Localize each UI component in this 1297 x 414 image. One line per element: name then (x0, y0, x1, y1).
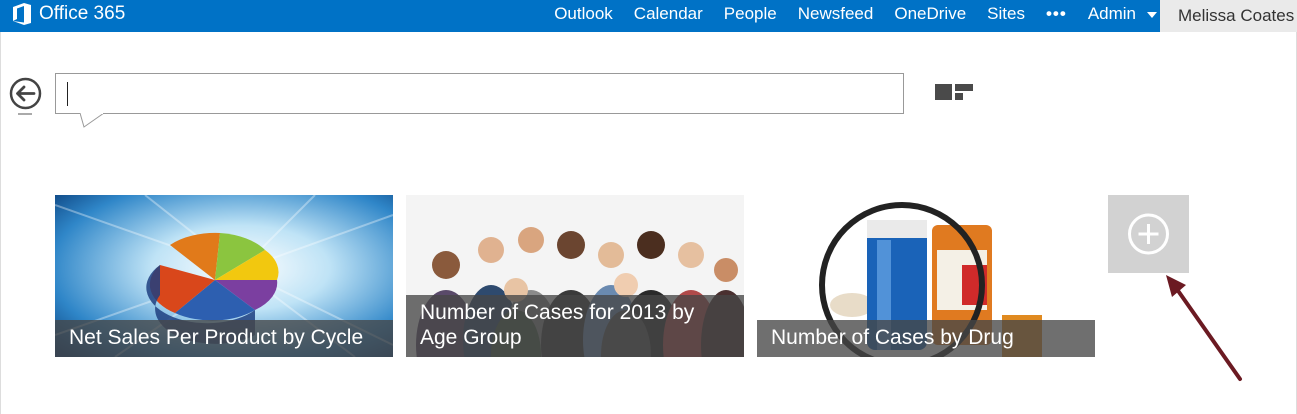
back-underline (18, 113, 32, 115)
admin-label: Admin (1087, 4, 1136, 23)
nav-outlook[interactable]: Outlook (554, 4, 613, 24)
text-cursor (67, 82, 68, 106)
question-input[interactable] (66, 80, 890, 109)
tile-caption: Net Sales Per Product by Cycle (55, 320, 393, 357)
nav-onedrive[interactable]: OneDrive (894, 4, 966, 24)
chevron-down-icon (1147, 11, 1157, 18)
app-nav: Outlook Calendar People Newsfeed OneDriv… (533, 0, 1157, 28)
add-tile-button[interactable] (1108, 195, 1189, 273)
brand[interactable]: Office 365 (12, 0, 125, 28)
report-tile[interactable]: Number of Cases for 2013 by Age Group (406, 195, 744, 357)
user-name[interactable]: Melissa Coates (1160, 0, 1297, 32)
brand-label: Office 365 (39, 3, 126, 24)
tile-caption: Number of Cases by Drug (757, 320, 1095, 357)
arrow-annotation (1166, 275, 1242, 381)
office-logo-icon (13, 3, 31, 25)
speech-bubble-tail (80, 113, 105, 128)
top-navigation-bar: Office 365 Outlook Calendar People Newsf… (0, 0, 1297, 32)
nav-newsfeed[interactable]: Newsfeed (798, 4, 874, 24)
tile-caption: Number of Cases for 2013 by Age Group (406, 295, 744, 357)
nav-people[interactable]: People (724, 4, 777, 24)
admin-menu[interactable]: Admin (1088, 4, 1157, 24)
report-tile[interactable]: Number of Cases by Drug (757, 195, 1095, 357)
layout-toggle-icon[interactable] (934, 83, 974, 103)
report-tile[interactable]: Net Sales Per Product by Cycle (55, 195, 393, 357)
nav-sites[interactable]: Sites (987, 4, 1025, 24)
qa-question-box[interactable] (55, 73, 904, 114)
back-arrow-icon[interactable] (9, 77, 42, 110)
nav-calendar[interactable]: Calendar (634, 4, 703, 24)
more-apps-button[interactable]: ••• (1046, 4, 1067, 24)
plus-circle-icon (1128, 213, 1169, 255)
